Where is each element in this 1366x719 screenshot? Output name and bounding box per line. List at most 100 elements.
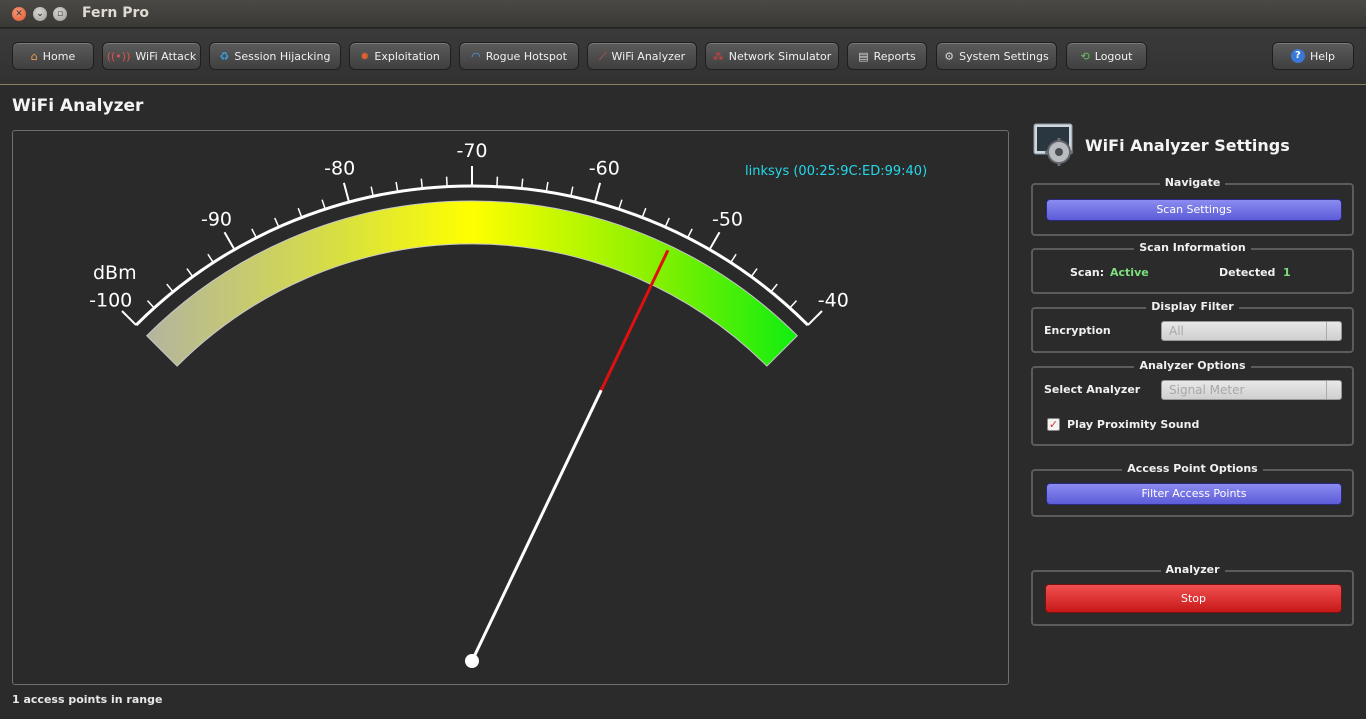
exploitation-button-label: Exploitation <box>374 49 440 63</box>
exploitation-button[interactable]: ✹ Exploitation <box>349 42 451 70</box>
minor-tick <box>545 181 549 192</box>
document-icon: ▤ <box>858 49 869 63</box>
rogue-hotspot-button[interactable]: ◠ Rogue Hotspot <box>459 42 579 70</box>
line-chart-icon: ⟋ <box>598 49 607 63</box>
minor-tick <box>321 199 326 210</box>
analyzer-options-group-title: Analyzer Options <box>1134 359 1251 372</box>
help-button[interactable]: ? Help <box>1272 42 1354 70</box>
tick-label-minus-50: -50 <box>712 209 743 231</box>
system-settings-button[interactable]: ⚙ System Settings <box>936 42 1057 70</box>
home-icon: ⌂ <box>30 49 38 63</box>
minor-tick <box>496 176 499 187</box>
wifi-analyzer-button[interactable]: ⟋ WiFi Analyzer <box>587 42 697 70</box>
access-point-options-group-title: Access Point Options <box>1122 462 1263 475</box>
main-toolbar: ⌂ Home ((•)) WiFi Attack ♻ Session Hijac… <box>0 29 1366 85</box>
tick-label-minus-80: -80 <box>324 157 355 179</box>
home-button[interactable]: ⌂ Home <box>12 42 94 70</box>
signal-meter-panel: -100 -90 -80 -70 -60 -50 -40 dBm linksys… <box>12 130 1009 685</box>
session-hijacking-button[interactable]: ♻ Session Hijacking <box>209 42 341 70</box>
analyzer-group: Analyzer Stop <box>1031 563 1354 626</box>
detected-label: Detected <box>1219 266 1276 279</box>
proximity-sound-label: Play Proximity Sound <box>1067 418 1200 431</box>
window-titlebar: ✕ ⌄ ▫ Fern Pro <box>0 0 1366 28</box>
status-line: 1 access points in range <box>12 693 163 706</box>
reports-button[interactable]: ▤ Reports <box>847 42 927 70</box>
encryption-select-value: All <box>1169 324 1184 338</box>
minor-tick <box>789 300 798 309</box>
needle-pivot <box>465 654 479 668</box>
navigate-group-title: Navigate <box>1159 176 1226 189</box>
help-button-label: Help <box>1309 49 1336 63</box>
needle-shaft <box>470 389 603 662</box>
close-window-button[interactable]: ✕ <box>12 7 26 21</box>
dropdown-arrow-icon <box>1326 381 1341 399</box>
dropdown-arrow-icon <box>1326 322 1341 340</box>
minor-tick <box>445 176 448 187</box>
minor-tick <box>570 186 574 197</box>
tick-label-minus-40: -40 <box>818 290 849 312</box>
settings-title: WiFi Analyzer Settings <box>1085 136 1290 155</box>
wifi-analyzer-button-label: WiFi Analyzer <box>611 49 686 63</box>
wifi-attack-button[interactable]: ((•)) WiFi Attack <box>102 42 201 70</box>
minor-tick <box>664 217 670 228</box>
recycle-icon: ♻ <box>219 49 230 63</box>
tick-label-minus-90: -90 <box>201 209 232 231</box>
stop-analyzer-button[interactable]: Stop <box>1045 584 1342 613</box>
wifi-icon: ◠ <box>471 49 481 63</box>
system-settings-button-label: System Settings <box>959 49 1049 63</box>
gear-icon: ⚙ <box>944 49 955 63</box>
select-analyzer-label: Select Analyzer <box>1044 383 1141 396</box>
network-simulator-button-label: Network Simulator <box>728 49 832 63</box>
home-button-label: Home <box>42 49 76 63</box>
major-tick <box>593 182 602 203</box>
minor-tick <box>274 217 280 228</box>
scan-information-group: Scan Information Scan: Active Detected 1 <box>1031 241 1354 294</box>
network-simulator-button[interactable]: ⁂ Network Simulator <box>705 42 839 70</box>
maximize-window-button[interactable]: ▫ <box>53 7 67 21</box>
reports-button-label: Reports <box>873 49 916 63</box>
logout-icon: ⟲ <box>1080 49 1090 63</box>
scan-settings-button[interactable]: Scan Settings <box>1046 199 1342 221</box>
minor-tick <box>750 268 758 278</box>
wifi-attack-button-label: WiFi Attack <box>135 49 197 63</box>
analyzer-options-group: Analyzer Options Select Analyzer Signal … <box>1031 359 1354 446</box>
rogue-hotspot-button-label: Rogue Hotspot <box>485 49 567 63</box>
analyzer-select[interactable]: Signal Meter <box>1161 380 1342 400</box>
detected-count: 1 <box>1283 266 1291 279</box>
tick-label-minus-70: -70 <box>456 140 487 162</box>
help-icon: ? <box>1290 49 1305 63</box>
analyzer-group-title: Analyzer <box>1160 563 1225 576</box>
bug-icon: ✹ <box>360 49 370 63</box>
unit-label: dBm <box>93 262 137 284</box>
filter-access-points-button[interactable]: Filter Access Points <box>1046 483 1342 505</box>
scan-status-value: Active <box>1110 266 1149 279</box>
window-title: Fern Pro <box>82 5 150 21</box>
minor-tick <box>166 283 174 293</box>
major-tick <box>708 231 721 251</box>
minor-tick <box>146 300 155 309</box>
logout-button[interactable]: ⟲ Logout <box>1066 42 1147 70</box>
minor-tick <box>686 228 693 239</box>
minor-tick <box>730 253 737 264</box>
minor-tick <box>641 207 647 218</box>
encryption-select[interactable]: All <box>1161 321 1342 341</box>
minor-tick <box>186 268 194 278</box>
proximity-sound-checkbox[interactable]: ✓ <box>1047 418 1060 431</box>
major-tick <box>121 310 137 326</box>
access-point-label: linksys (00:25:9C:ED:99:40) <box>745 164 928 179</box>
minor-tick <box>370 186 374 197</box>
access-point-options-group: Access Point Options Filter Access Point… <box>1031 462 1354 517</box>
logout-button-label: Logout <box>1094 49 1133 63</box>
display-filter-group-title: Display Filter <box>1146 300 1239 313</box>
minor-tick <box>251 228 258 239</box>
network-nodes-icon: ⁂ <box>712 49 724 63</box>
minor-tick <box>520 178 524 189</box>
minor-tick <box>770 283 778 293</box>
signal-color-band <box>145 200 799 367</box>
display-filter-group: Display Filter Encryption All <box>1031 300 1354 353</box>
session-hijacking-button-label: Session Hijacking <box>234 49 331 63</box>
minor-tick <box>297 207 303 218</box>
minor-tick <box>395 181 399 192</box>
minimize-window-button[interactable]: ⌄ <box>33 7 47 21</box>
analyzer-select-value: Signal Meter <box>1169 383 1245 397</box>
